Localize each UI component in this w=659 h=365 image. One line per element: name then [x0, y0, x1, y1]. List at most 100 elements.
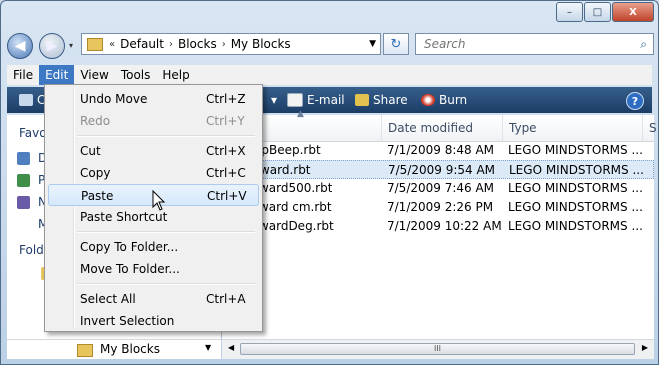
column-type[interactable]: Type: [502, 115, 645, 141]
menu-item-label: Invert Selection: [80, 314, 175, 328]
pictures-icon: [17, 174, 30, 187]
menu-item-shortcut: Ctrl+Y: [206, 114, 245, 128]
burn-button[interactable]: Burn: [413, 87, 475, 113]
menu-separator: [77, 231, 255, 233]
forward-button[interactable]: ▶: [39, 33, 65, 59]
menu-bar: File Edit View Tools Help: [7, 65, 652, 85]
menu-item-label: Move To Folder...: [80, 262, 180, 276]
menu-item-invert-selection[interactable]: Invert Selection: [48, 310, 259, 332]
recent-pages-dropdown[interactable]: ▾: [69, 41, 73, 50]
horizontal-scrollbar[interactable]: ◀ III ▶: [222, 339, 654, 359]
file-date: 7/5/2009 7:46 AM: [387, 181, 495, 195]
scroll-thumb[interactable]: III: [240, 343, 635, 355]
help-icon[interactable]: ?: [626, 92, 644, 110]
refresh-button[interactable]: ↻: [383, 33, 409, 55]
column-date-modified[interactable]: Date modified: [381, 115, 502, 141]
minimize-button[interactable]: –: [556, 2, 583, 22]
navigation-bar: ◀ ▶ ▾ « Default › Blocks › My Blocks ▼ ↻…: [7, 31, 654, 59]
file-list: ▲ Date modified Type S epBeep.rbt 7/1/20…: [222, 109, 657, 339]
share-label: Share: [373, 93, 408, 107]
file-name: rward.rbt: [255, 163, 311, 177]
file-type: LEGO MINDSTORMS ...: [508, 200, 643, 214]
file-type: LEGO MINDSTORMS ...: [508, 219, 643, 233]
address-bar[interactable]: « Default › Blocks › My Blocks ▼: [81, 33, 381, 55]
menu-item-move-to-folder[interactable]: Move To Folder...: [48, 258, 259, 280]
file-date: 7/1/2009 8:48 AM: [387, 143, 495, 157]
file-date: 7/1/2009 10:22 AM: [387, 219, 502, 233]
scroll-right-icon[interactable]: ▶: [642, 343, 648, 352]
disc-icon: [421, 94, 435, 106]
folder-icon: [77, 344, 93, 357]
file-type: LEGO MINDSTORMS ...: [509, 163, 644, 177]
file-name: epBeep.rbt: [254, 143, 321, 157]
chevron-down-icon: ▾: [271, 93, 278, 107]
breadcrumb-blocks[interactable]: Blocks: [173, 37, 222, 51]
file-row[interactable]: rward cm.rbt 7/1/2009 2:26 PM LEGO MINDS…: [222, 198, 654, 217]
breadcrumb-my-blocks[interactable]: My Blocks: [226, 37, 296, 51]
menu-item-shortcut: Ctrl+V: [207, 189, 247, 203]
menu-item-shortcut: Ctrl+A: [206, 292, 246, 306]
file-date: 7/1/2009 2:26 PM: [387, 200, 494, 214]
file-name: rwardDeg.rbt: [254, 219, 334, 233]
favorite-links-header: Favo: [19, 126, 47, 140]
file-name: rward500.rbt: [254, 181, 333, 195]
scroll-left-icon[interactable]: ◀: [228, 343, 234, 352]
menu-help[interactable]: Help: [156, 65, 195, 85]
menu-separator: [77, 135, 255, 137]
file-row-selected[interactable]: rward.rbt 7/5/2009 9:54 AM LEGO MINDSTOR…: [222, 160, 654, 179]
chevron-down-icon[interactable]: ▼: [205, 343, 211, 352]
envelope-icon: [287, 93, 303, 107]
folder-tree-bottom: My Blocks ▼: [7, 339, 221, 359]
menu-item-label: Copy To Folder...: [80, 240, 179, 254]
menu-item-redo: Redo Ctrl+Y: [48, 110, 259, 132]
search-icon[interactable]: ⌕: [640, 37, 647, 52]
share-icon: [355, 94, 369, 106]
file-name: rward cm.rbt: [254, 200, 332, 214]
menu-item-shortcut: Ctrl+X: [206, 144, 246, 158]
folder-item-my-blocks[interactable]: My Blocks: [100, 342, 160, 356]
menu-item-select-all[interactable]: Select All Ctrl+A: [48, 288, 259, 310]
burn-label: Burn: [439, 93, 468, 107]
email-button[interactable]: E-mail: [279, 87, 353, 113]
file-row[interactable]: epBeep.rbt 7/1/2009 8:48 AM LEGO MINDSTO…: [222, 141, 654, 160]
menu-separator: [77, 283, 255, 285]
menu-item-label: Redo: [80, 114, 111, 128]
sort-ascending-icon: ▲: [297, 109, 304, 119]
menu-item-label: Cut: [80, 144, 101, 158]
menu-file[interactable]: File: [7, 65, 39, 85]
menu-item-shortcut: Ctrl+Z: [206, 92, 246, 106]
back-button[interactable]: ◀: [7, 33, 33, 59]
organize-icon: [19, 94, 33, 106]
menu-tools[interactable]: Tools: [115, 65, 157, 85]
file-type: LEGO MINDSTORMS ...: [508, 181, 643, 195]
menu-item-copy[interactable]: Copy Ctrl+C: [48, 162, 259, 184]
search-input[interactable]: [422, 36, 626, 52]
email-label: E-mail: [307, 93, 345, 107]
folder-icon: [87, 37, 103, 51]
file-row[interactable]: rward500.rbt 7/5/2009 7:46 AM LEGO MINDS…: [222, 179, 654, 198]
menu-item-cut[interactable]: Cut Ctrl+X: [48, 140, 259, 162]
file-date: 7/5/2009 9:54 AM: [388, 163, 496, 177]
window-controls: – □ X: [555, 2, 654, 22]
menu-item-label: Copy: [80, 166, 111, 180]
menu-edit[interactable]: Edit: [39, 65, 75, 85]
chevron-down-icon[interactable]: ▼: [369, 39, 376, 49]
menu-item-shortcut: Ctrl+C: [206, 166, 246, 180]
file-row[interactable]: rwardDeg.rbt 7/1/2009 10:22 AM LEGO MIND…: [222, 217, 654, 236]
maximize-button[interactable]: □: [584, 2, 611, 22]
column-headers: ▲ Date modified Type S: [222, 109, 657, 142]
column-size[interactable]: S: [642, 115, 659, 141]
menu-item-undo-move[interactable]: Undo Move Ctrl+Z: [48, 88, 259, 110]
menu-item-copy-to-folder[interactable]: Copy To Folder...: [48, 236, 259, 258]
close-button[interactable]: X: [612, 2, 654, 22]
menu-item-label: Paste: [81, 189, 114, 203]
breadcrumb-default[interactable]: Default: [115, 37, 169, 51]
share-button[interactable]: Share: [347, 87, 416, 113]
menu-item-label: Select All: [80, 292, 136, 306]
file-type: LEGO MINDSTORMS ...: [508, 143, 643, 157]
mouse-cursor-icon: [152, 190, 166, 211]
menu-view[interactable]: View: [74, 65, 114, 85]
menu-item-label: Undo Move: [80, 92, 148, 106]
documents-icon: [17, 152, 30, 165]
search-box[interactable]: ⌕: [415, 33, 654, 55]
